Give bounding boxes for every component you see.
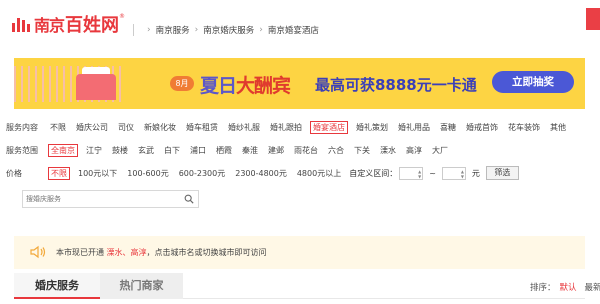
banner-event-part-a: 夏日 xyxy=(200,75,237,97)
filter-options: 不限 100元以下 100-600元 600-2300元 2300-4800元 4800元… xyxy=(48,166,349,180)
filter-label: 服务范围 xyxy=(6,145,38,155)
logo-city: 南京 xyxy=(34,16,65,35)
filter-option-service[interactable]: 婚庆公司 xyxy=(74,121,110,134)
breadcrumb-divider xyxy=(133,24,134,36)
filter-options: 全南京 江宁 鼓楼 玄武 白下 浦口 栖霞 秦淮 建邺 雨花台 六合 下关 溧水 高淳 大厂 xyxy=(48,143,456,157)
site-logo[interactable]: 南京 百姓网 ® xyxy=(12,11,125,37)
filter-option-area[interactable]: 高淳 xyxy=(404,144,424,157)
sort-label: 排序： xyxy=(530,283,556,293)
notice-suffix: ，点击城市名或切换城市即可访问 xyxy=(146,248,267,257)
logo-registered-mark: ® xyxy=(119,13,126,20)
filter-option-service[interactable]: 婚纱礼服 xyxy=(226,121,262,134)
chevron-right-icon: › xyxy=(147,25,151,35)
chevron-right-icon: › xyxy=(194,25,199,35)
filter-option-service[interactable]: 婚礼策划 xyxy=(354,121,390,134)
filter-row-service: 服务内容 不限 婚庆公司 司仪 新娘化妆 婚车租赁 婚纱礼服 婚礼跟拍 婚宴酒店 婚礼策划 婚礼用… xyxy=(6,120,574,134)
banner-promo-text: 最高可获8888元一卡通 xyxy=(315,76,477,94)
filter-option-area[interactable]: 下关 xyxy=(352,144,372,157)
filter-option-price[interactable]: 100元以下 xyxy=(76,167,119,180)
logo-brand: 百姓网 xyxy=(65,15,120,36)
tab-popular-merchants[interactable]: 热门商家 xyxy=(100,273,183,299)
filter-option-service[interactable]: 新娘化妆 xyxy=(142,121,178,134)
filter-option-area[interactable]: 浦口 xyxy=(188,144,208,157)
filter-option-price[interactable]: 2300-4800元 xyxy=(233,167,289,180)
filter-option-service[interactable]: 婚车租赁 xyxy=(184,121,220,134)
speaker-icon xyxy=(30,245,46,259)
notice-message: 本市现已开通 溧水、高淳，点击城市名或切换城市即可访问 xyxy=(56,247,267,258)
draw-now-button[interactable]: 立即抽奖 xyxy=(492,71,574,93)
custom-range-label: 自定义区间： xyxy=(349,168,398,178)
filter-option-service[interactable]: 花车装饰 xyxy=(506,121,542,134)
filter-option-area[interactable]: 大厂 xyxy=(430,144,450,157)
filter-row-area: 服务范围 全南京 江宁 鼓楼 玄武 白下 浦口 栖霞 秦淮 建邺 雨花台 六合 下关 溧水 高淳 大厂 xyxy=(6,143,456,157)
filter-option-price[interactable]: 不限 xyxy=(48,166,70,180)
filter-option-service[interactable]: 婚礼用品 xyxy=(396,121,432,134)
filter-option-area[interactable]: 栖霞 xyxy=(214,144,234,157)
filter-option-area[interactable]: 建邺 xyxy=(266,144,286,157)
tab-wedding-services[interactable]: 婚庆服务 xyxy=(14,273,100,299)
filter-option-area[interactable]: 鼓楼 xyxy=(110,144,130,157)
filter-option-area[interactable]: 玄武 xyxy=(136,144,156,157)
sort-controls: 排序： 默认 最新 xyxy=(530,281,600,293)
content-tabs: 婚庆服务 热门商家 排序： 默认 最新 xyxy=(14,273,600,299)
filter-option-price[interactable]: 100-600元 xyxy=(125,167,170,180)
sort-latest[interactable]: 最新 xyxy=(585,283,600,293)
filter-option-area[interactable]: 白下 xyxy=(162,144,182,157)
filter-option-service[interactable]: 不限 xyxy=(48,121,68,134)
filter-option-area[interactable]: 雨花台 xyxy=(292,144,320,157)
filter-row-price: 价格 不限 100元以下 100-600元 600-2300元 2300-4800元 48… xyxy=(6,166,519,180)
filter-option-service[interactable]: 婚礼跟拍 xyxy=(268,121,304,134)
site-header: 南京 百姓网 ® › 南京服务 › 南京婚庆服务 › 南京婚宴酒店 xyxy=(0,0,600,50)
breadcrumb: › 南京服务 › 南京婚庆服务 › 南京婚宴酒店 xyxy=(133,24,319,36)
filter-option-price[interactable]: 4800元以上 xyxy=(295,167,343,180)
breadcrumb-item[interactable]: 南京婚庆服务 xyxy=(203,24,254,36)
filter-option-area[interactable]: 溧水 xyxy=(378,144,398,157)
filter-option-service[interactable]: 其他 xyxy=(548,121,568,134)
banner-event-title: 夏日大酬宾 xyxy=(200,71,291,98)
filter-button[interactable]: 筛选 xyxy=(485,166,519,180)
filter-option-service[interactable]: 婚宴酒店 xyxy=(310,120,348,134)
range-tilde: ~ xyxy=(429,168,436,178)
banner-month-badge: 8月 xyxy=(170,76,194,91)
price-max-input[interactable]: ▲ ▼ xyxy=(441,166,466,180)
filter-option-area[interactable]: 江宁 xyxy=(84,144,104,157)
promo-banner[interactable]: 8月 夏日大酬宾 最高可获8888元一卡通 立即抽奖 xyxy=(14,58,585,109)
chevron-right-icon: › xyxy=(259,25,263,35)
notice-prefix: 本市现已开通 xyxy=(56,248,107,257)
cake-icon xyxy=(76,74,116,100)
price-unit: 元 xyxy=(471,168,480,178)
header-side-tab[interactable] xyxy=(586,8,600,30)
filter-label: 价格 xyxy=(6,168,22,178)
filter-label: 服务内容 xyxy=(6,122,38,132)
spinner-icon[interactable]: ▲ ▼ xyxy=(461,169,464,179)
spinner-icon[interactable]: ▲ ▼ xyxy=(418,169,421,179)
filter-options: 不限 婚庆公司 司仪 新娘化妆 婚车租赁 婚纱礼服 婚礼跟拍 婚宴酒店 婚礼策划 婚礼用品 喜糖 婚戒… xyxy=(48,120,574,134)
banner-event-part-b: 大酬宾 xyxy=(236,75,291,97)
price-min-input[interactable]: ▲ ▼ xyxy=(399,166,424,180)
filter-option-service[interactable]: 司仪 xyxy=(116,121,136,134)
breadcrumb-item[interactable]: 南京婚宴酒店 xyxy=(268,24,319,36)
filter-option-area[interactable]: 秦淮 xyxy=(240,144,260,157)
logo-mark-icon xyxy=(12,16,32,32)
notice-cities-link[interactable]: 溧水、高淳 xyxy=(107,248,147,257)
sort-default[interactable]: 默认 xyxy=(560,283,577,293)
filter-option-service[interactable]: 婚戒首饰 xyxy=(464,121,500,134)
filter-option-area[interactable]: 六合 xyxy=(326,144,346,157)
search-icon[interactable] xyxy=(184,194,194,204)
city-notice: 本市现已开通 溧水、高淳，点击城市名或切换城市即可访问 xyxy=(14,236,585,269)
breadcrumb-item[interactable]: 南京服务 xyxy=(156,24,190,36)
search-input[interactable] xyxy=(23,191,173,207)
filter-option-price[interactable]: 600-2300元 xyxy=(177,167,228,180)
search-box xyxy=(22,190,199,208)
filter-option-area[interactable]: 全南京 xyxy=(48,143,78,157)
filter-option-service[interactable]: 喜糖 xyxy=(438,121,458,134)
